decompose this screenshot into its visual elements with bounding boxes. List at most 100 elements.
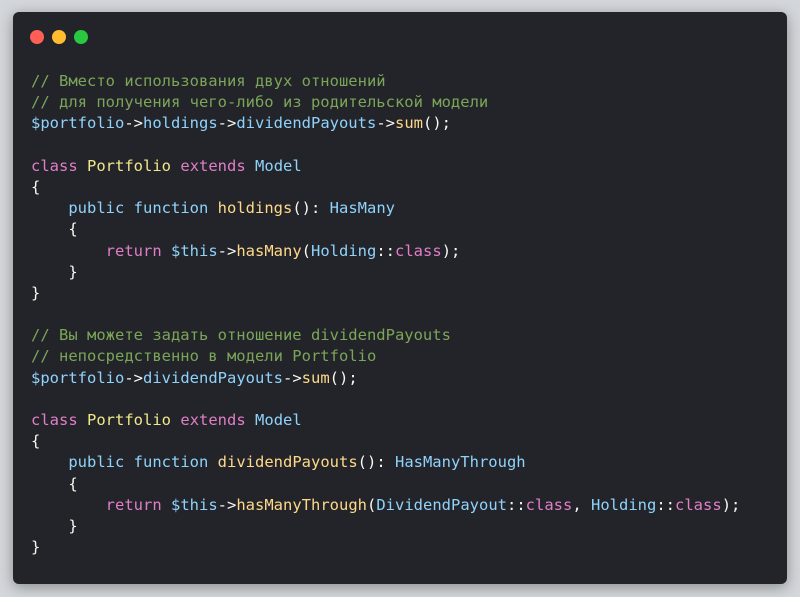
code-token: sum	[394, 114, 423, 133]
code-token: $portfolio	[31, 368, 125, 387]
code-token: ->	[217, 241, 237, 260]
code-token: ():	[357, 453, 395, 472]
code-token: class	[395, 241, 442, 260]
code-token: // Вы можете задать отношение dividendPa…	[31, 326, 451, 345]
code-line: }	[31, 516, 781, 537]
maximize-dot-icon[interactable]	[74, 30, 88, 44]
code-token: holdings	[217, 199, 293, 218]
code-token: {	[31, 220, 78, 239]
code-token: public	[68, 453, 125, 472]
code-token: return	[105, 495, 162, 514]
code-token: ->	[217, 495, 237, 514]
code-token: {	[31, 177, 41, 196]
code-token: sum	[301, 368, 330, 387]
code-token: class	[525, 495, 573, 514]
code-token: extends	[180, 411, 246, 429]
code-token: ->	[124, 368, 143, 387]
code-line: $portfolio->dividendPayouts->sum();	[31, 368, 781, 389]
code-token: ,	[572, 495, 592, 514]
code-token: (	[301, 241, 312, 260]
code-token: // для получения чего-либо из родительск…	[31, 93, 489, 112]
code-token: );	[441, 241, 461, 260]
code-token: {	[31, 432, 41, 451]
code-token: ();	[329, 368, 358, 387]
code-line: }	[31, 262, 781, 283]
code-line: // Вы можете задать отношение dividendPa…	[31, 325, 781, 346]
close-dot-icon[interactable]	[30, 30, 44, 44]
code-token: ::	[656, 495, 676, 514]
code-line: {	[31, 431, 781, 452]
code-line: // для получения чего-либо из родительск…	[31, 92, 781, 113]
code-token: Model	[255, 156, 302, 175]
code-token: ::	[376, 241, 396, 260]
code-token: ->	[282, 368, 302, 387]
code-token: ();	[422, 114, 451, 133]
code-line: return $this->hasManyThrough(DividendPay…	[31, 495, 781, 516]
code-token: ::	[507, 495, 526, 514]
code-token: );	[721, 495, 741, 514]
code-token: class	[31, 156, 78, 175]
code-token: // Вместо использования двух отношений	[31, 72, 386, 90]
code-token: hasMany	[236, 241, 302, 260]
code-token: Portfolio	[87, 411, 172, 429]
code-token: dividendPayouts	[217, 453, 358, 472]
code-token: holdings	[143, 114, 218, 133]
code-token: ->	[124, 114, 143, 133]
code-line: }	[31, 537, 781, 558]
code-token: dividendPayouts	[236, 114, 377, 133]
code-token: HasManyThrough	[394, 453, 526, 472]
code-token: public	[68, 199, 125, 218]
code-line: return $this->hasMany(Holding::class);	[31, 241, 781, 262]
code-line: $portfolio->holdings->dividendPayouts->s…	[31, 113, 781, 134]
code-line: class Portfolio extends Model	[31, 156, 781, 177]
code-line: class Portfolio extends Model	[31, 410, 781, 431]
code-token: ():	[292, 199, 330, 218]
code-line: {	[31, 219, 781, 240]
code-token: (	[367, 495, 377, 514]
code-token: {	[31, 474, 78, 493]
code-token: Portfolio	[87, 156, 172, 175]
code-token: HasMany	[329, 199, 395, 218]
code-line: }	[31, 283, 781, 304]
minimize-dot-icon[interactable]	[52, 30, 66, 44]
code-token: ->	[217, 114, 237, 133]
code-line: // непосредственно в модели Portfolio	[31, 346, 781, 367]
code-line: {	[31, 474, 781, 495]
code-token: Holding	[311, 241, 377, 260]
code-token: class	[31, 411, 78, 429]
code-token: function	[133, 199, 209, 218]
code-token: function	[133, 453, 209, 472]
code-token: ->	[376, 114, 395, 133]
code-line: public function holdings(): HasMany	[31, 198, 781, 219]
code-line: public function dividendPayouts(): HasMa…	[31, 452, 781, 473]
code-token: $portfolio	[31, 114, 125, 133]
code-token: // непосредственно в модели Portfolio	[31, 347, 377, 366]
code-token: class	[675, 495, 722, 514]
code-token: }	[31, 283, 41, 302]
code-token: }	[31, 516, 78, 535]
code-token: }	[31, 262, 78, 281]
code-line: // Вместо использования двух отношений	[31, 71, 781, 92]
code-token: $this	[171, 495, 218, 514]
code-token: Model	[255, 411, 302, 429]
window-controls	[30, 30, 88, 44]
code-token: $this	[171, 241, 218, 260]
code-token: Holding	[591, 495, 657, 514]
code-token: hasManyThrough	[236, 495, 367, 514]
code-block: // Вместо использования двух отношений //…	[31, 71, 781, 558]
